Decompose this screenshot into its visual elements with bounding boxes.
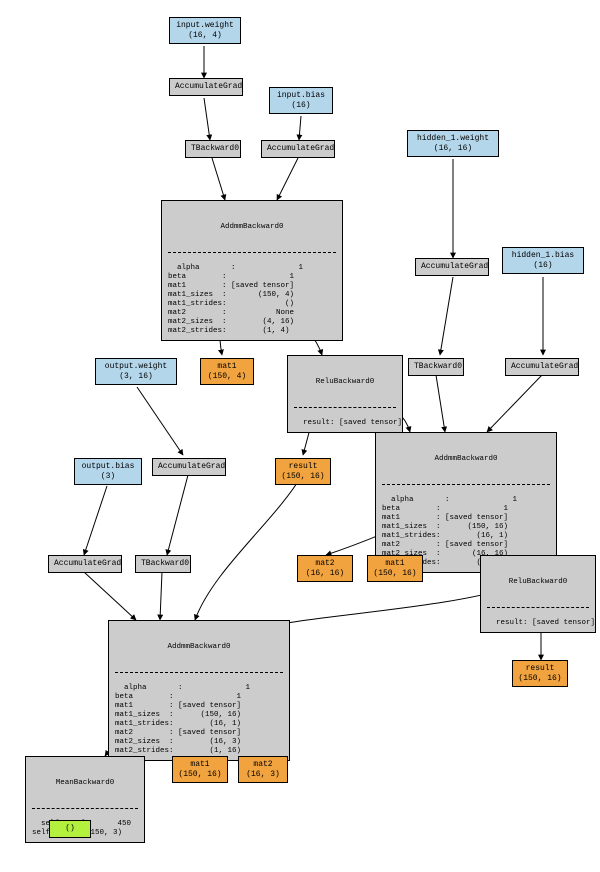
op-accumulate-grad-2: AccumulateGrad (261, 140, 335, 158)
saved-mat1-a: mat1(150, 4) (200, 358, 254, 385)
op-accumulate-grad-3: AccumulateGrad (415, 258, 489, 276)
saved-mat2-c: mat2(16, 3) (238, 756, 288, 783)
tensor-output-bias: output.bias (3) (74, 458, 142, 485)
op-addmm-backward0-b: AddmmBackward0 alpha : 1 beta : 1 mat1 :… (375, 432, 557, 573)
op-tbackward0-b: TBackward0 (408, 358, 464, 376)
saved-result-b: result(150, 16) (512, 660, 568, 687)
op-accumulate-grad-1: AccumulateGrad (169, 78, 243, 96)
tensor-input-weight: input.weight (16, 4) (169, 17, 241, 44)
tensor-input-bias: input.bias (16) (269, 87, 333, 114)
op-addmm-backward0-a: AddmmBackward0 alpha : 1 beta : 1 mat1 :… (161, 200, 343, 341)
tensor-hidden1-weight: hidden_1.weight (16, 16) (407, 130, 499, 157)
op-accumulate-grad-4: AccumulateGrad (505, 358, 579, 376)
saved-mat1-b: mat1(150, 16) (367, 555, 423, 582)
op-accumulate-grad-5: AccumulateGrad (152, 458, 226, 476)
op-tbackward0-a: TBackward0 (185, 140, 241, 158)
output-node: () (49, 820, 91, 838)
op-relu-backward0-b: ReluBackward0 result: [saved tensor] (480, 555, 596, 633)
saved-result-a: result(150, 16) (275, 458, 331, 485)
op-addmm-backward0-c: AddmmBackward0 alpha : 1 beta : 1 mat1 :… (108, 620, 290, 761)
tensor-hidden1-bias: hidden_1.bias (16) (502, 247, 584, 274)
op-tbackward0-c: TBackward0 (135, 555, 191, 573)
saved-mat1-c: mat1(150, 16) (172, 756, 228, 783)
tensor-output-weight: output.weight (3, 16) (95, 358, 177, 385)
op-accumulate-grad-6: AccumulateGrad (48, 555, 122, 573)
op-relu-backward0-a: ReluBackward0 result: [saved tensor] (287, 355, 403, 433)
saved-mat2-b: mat2(16, 16) (297, 555, 353, 582)
